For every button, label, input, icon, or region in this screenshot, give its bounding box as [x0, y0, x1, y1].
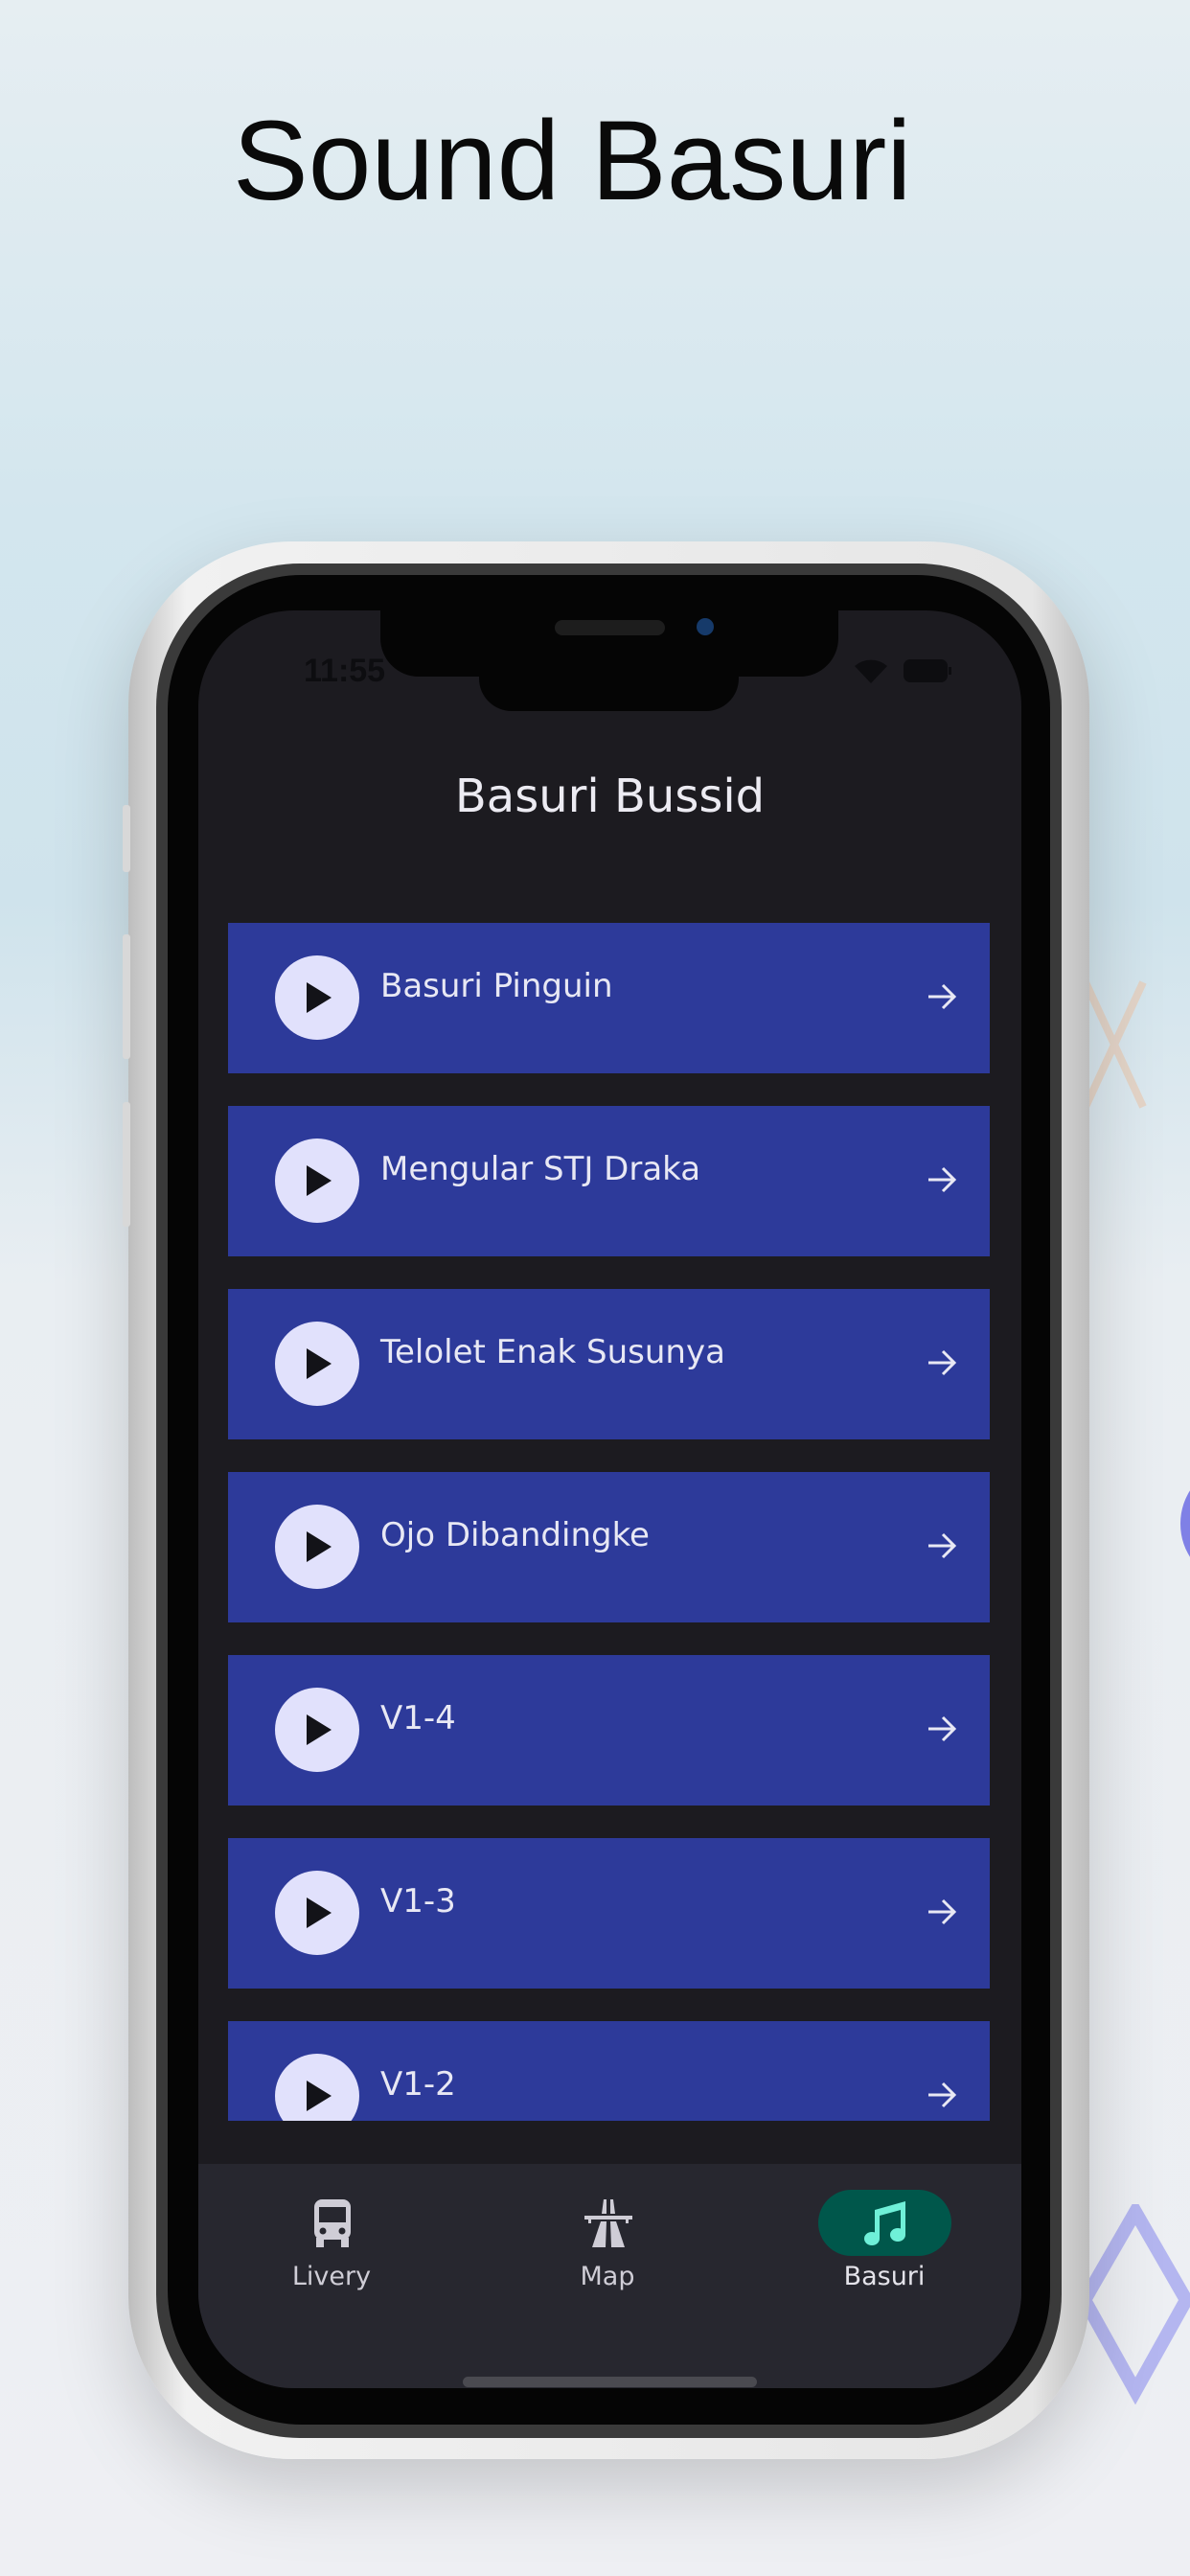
list-item[interactable]: V1-4 [228, 1655, 990, 1806]
app-screen: 11:55 Basuri Bussid Basuri Pinguin Mengul… [198, 610, 1021, 2388]
bus-icon [265, 2190, 399, 2256]
play-icon [307, 1714, 332, 1745]
battery-icon [904, 659, 951, 682]
wifi-icon [855, 659, 887, 683]
nav-item-livery[interactable]: Livery [217, 2164, 446, 2336]
play-icon [307, 2081, 332, 2111]
item-label: V1-3 [380, 1882, 456, 1920]
page-title: Basuri Bussid [454, 770, 766, 823]
play-button[interactable] [275, 1138, 359, 1223]
play-button[interactable] [275, 955, 359, 1040]
item-label: Mengular STJ Draka [380, 1150, 701, 1188]
decorative-diamond [1081, 2204, 1190, 2405]
list-item[interactable]: V1-3 [228, 1838, 990, 1989]
list-item[interactable]: Telolet Enak Susunya [228, 1289, 990, 1439]
play-button[interactable] [275, 1688, 359, 1772]
arrow-right-icon[interactable] [926, 980, 958, 1013]
music-note-icon [818, 2190, 951, 2256]
play-button[interactable] [275, 2054, 359, 2121]
play-icon [307, 982, 332, 1013]
promo-title: Sound Basuri [233, 98, 912, 224]
arrow-right-icon[interactable] [926, 1346, 958, 1379]
item-label: Telolet Enak Susunya [380, 1333, 725, 1371]
side-button [123, 934, 130, 1059]
side-button [123, 1102, 130, 1227]
nav-item-map[interactable]: Map [492, 2164, 722, 2336]
item-label: Basuri Pinguin [380, 967, 613, 1005]
arrow-right-icon[interactable] [926, 1530, 958, 1562]
arrow-right-icon[interactable] [926, 2079, 958, 2111]
item-label: V1-4 [380, 1699, 456, 1737]
list-item[interactable]: V1-2 [228, 2021, 990, 2121]
play-button[interactable] [275, 1505, 359, 1589]
play-icon [307, 1165, 332, 1196]
bottom-nav: Livery Map Basuri [198, 2164, 1021, 2388]
list-item[interactable]: Basuri Pinguin [228, 923, 990, 1073]
nav-label: Basuri [843, 2262, 926, 2291]
decorative-cross [1082, 980, 1147, 1109]
speaker [555, 620, 665, 635]
arrow-right-icon[interactable] [926, 1713, 958, 1745]
camera [697, 618, 714, 635]
arrow-right-icon[interactable] [926, 1896, 958, 1928]
play-button[interactable] [275, 1322, 359, 1406]
item-label: Ojo Dibandingke [380, 1516, 650, 1554]
play-icon [307, 1898, 332, 1928]
list-item[interactable]: Ojo Dibandingke [228, 1472, 990, 1622]
home-indicator[interactable] [463, 2377, 757, 2387]
nav-label: Map [580, 2262, 635, 2291]
highway-icon [541, 2190, 675, 2256]
status-icons [853, 656, 952, 685]
item-label: V1-2 [380, 2065, 456, 2104]
play-button[interactable] [275, 1871, 359, 1955]
arrow-right-icon[interactable] [926, 1163, 958, 1196]
nav-item-basuri[interactable]: Basuri [769, 2164, 999, 2336]
play-icon [307, 1348, 332, 1379]
decorative-circle [1180, 1490, 1190, 1557]
status-time: 11:55 [304, 653, 386, 689]
list-item[interactable]: Mengular STJ Draka [228, 1106, 990, 1256]
nav-label: Livery [291, 2262, 372, 2291]
play-icon [307, 1531, 332, 1562]
sound-list: Basuri Pinguin Mengular STJ Draka Telolet … [228, 923, 990, 2121]
side-button [123, 805, 130, 872]
